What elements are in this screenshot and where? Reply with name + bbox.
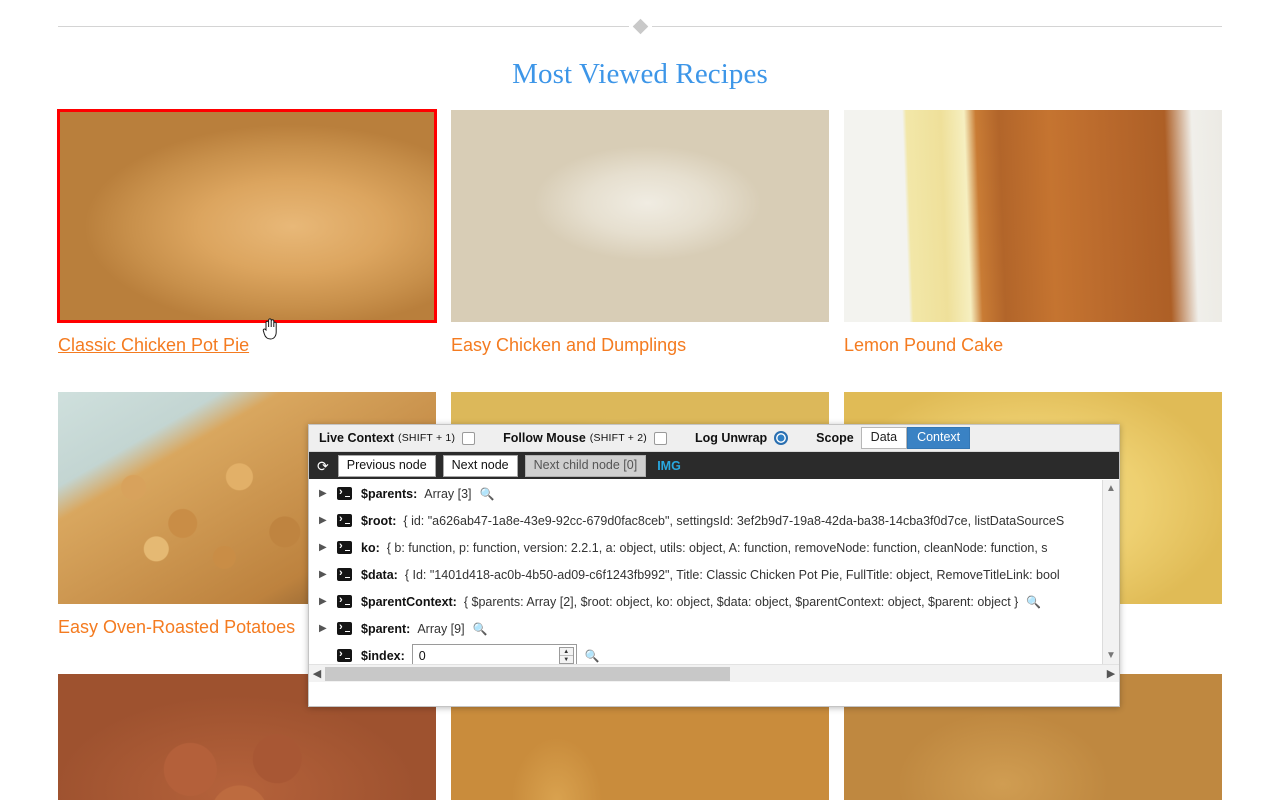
recipe-thumbnail-2[interactable] [451, 110, 829, 322]
recipe-card-1[interactable]: Classic Chicken Pot Pie [57, 109, 437, 392]
context-row-value: { $parents: Array [2], $root: object, ko… [463, 594, 1019, 609]
recipe-title-link-1[interactable]: Classic Chicken Pot Pie [58, 334, 436, 392]
context-row-key: $data: [361, 567, 398, 582]
debugger-options-bar: Live Context (SHIFT + 1) Follow Mouse (S… [309, 425, 1119, 452]
recipe-card-3[interactable]: Lemon Pound Cake [844, 110, 1222, 392]
expand-twisty-icon[interactable]: ▶ [319, 515, 337, 526]
follow-mouse-option[interactable]: Follow Mouse (SHIFT + 2) [503, 431, 667, 445]
index-input[interactable]: 0 ▲ ▼ [411, 644, 577, 664]
recipe-title-link-2[interactable]: Easy Chicken and Dumplings [451, 334, 829, 392]
console-icon[interactable] [337, 485, 352, 500]
live-context-shortcut: (SHIFT + 1) [398, 432, 456, 444]
context-row-parent[interactable]: ▶ $parent: Array [9] 🔍 [309, 615, 1102, 642]
scope-label: Scope [816, 431, 854, 445]
expand-twisty-icon[interactable]: ▶ [319, 623, 337, 634]
binoculars-icon[interactable]: 🔍 [585, 649, 600, 663]
console-icon[interactable] [337, 512, 352, 527]
console-icon[interactable] [337, 539, 352, 554]
recipe-page: Most Viewed Recipes Classic Chicken Pot … [0, 0, 1280, 800]
horizontal-scrollbar[interactable]: ◀ ▶ [309, 664, 1119, 682]
knockout-context-debugger-panel: Live Context (SHIFT + 1) Follow Mouse (S… [308, 424, 1120, 707]
context-row-key: $root: [361, 513, 397, 528]
recipe-title-link-3[interactable]: Lemon Pound Cake [844, 334, 1222, 392]
context-row-value: { Id: "1401d418-ac0b-4b50-ad09-c6f1243fb… [404, 567, 1060, 582]
scope-option-context[interactable]: Context [907, 427, 971, 449]
debugger-context-body: ▶ $parents: Array [3] 🔍 ▶ $root: { id: "… [309, 480, 1119, 682]
binoculars-icon[interactable]: 🔍 [1026, 595, 1041, 609]
context-row-value: { b: function, p: function, version: 2.2… [386, 540, 1048, 555]
expand-twisty-icon[interactable]: ▶ [319, 542, 337, 553]
next-node-button[interactable]: Next node [442, 454, 518, 477]
context-row-key: $parent: [361, 621, 411, 636]
index-stepper[interactable]: ▲ ▼ [558, 647, 574, 664]
scroll-right-icon[interactable]: ▶ [1103, 667, 1119, 680]
divider-line-left [58, 25, 629, 27]
vertical-scrollbar[interactable]: ▲ ▼ [1102, 480, 1119, 664]
context-row-key: $parentContext: [361, 594, 457, 609]
divider-diamond-icon [632, 18, 648, 34]
scroll-down-icon[interactable]: ▼ [1106, 647, 1116, 664]
horizontal-scroll-track[interactable] [325, 666, 1103, 681]
previous-node-button[interactable]: Previous node [337, 454, 436, 477]
follow-mouse-checkbox[interactable] [653, 431, 667, 445]
expand-twisty-icon[interactable]: ▶ [319, 488, 337, 499]
context-row-value: Array [9] [417, 621, 465, 636]
follow-mouse-shortcut: (SHIFT + 2) [589, 432, 647, 444]
page-title: Most Viewed Recipes [512, 58, 768, 90]
context-row-data[interactable]: ▶ $data: { Id: "1401d418-ac0b-4b50-ad09-… [309, 561, 1102, 588]
console-icon[interactable] [337, 566, 352, 581]
context-row-parentcontext[interactable]: ▶ $parentContext: { $parents: Array [2],… [309, 588, 1102, 615]
console-icon[interactable] [337, 593, 352, 608]
live-context-label: Live Context [319, 431, 395, 445]
context-row-index[interactable]: $index: 0 ▲ ▼ 🔍 [309, 642, 1102, 664]
debugger-nav-bar: ⟳ Previous node Next node Next child nod… [309, 452, 1119, 479]
current-node-tag: IMG [657, 458, 681, 473]
index-input-value: 0 [418, 648, 426, 663]
context-row-value: Array [3] [424, 486, 472, 501]
binoculars-icon[interactable]: 🔍 [480, 487, 495, 501]
context-row-key: $parents: [361, 486, 418, 501]
context-row-ko[interactable]: ▶ ko: { b: function, p: function, versio… [309, 534, 1102, 561]
stepper-down-icon[interactable]: ▼ [560, 656, 573, 663]
scope-option-data[interactable]: Data [860, 427, 908, 449]
context-row-root[interactable]: ▶ $root: { id: "a626ab47-1a8e-43e9-92cc-… [309, 507, 1102, 534]
scroll-left-icon[interactable]: ◀ [309, 667, 325, 680]
log-unwrap-label: Log Unwrap [694, 431, 768, 445]
horizontal-scroll-thumb[interactable] [325, 666, 730, 681]
stepper-up-icon[interactable]: ▲ [559, 648, 573, 656]
expand-twisty-icon[interactable]: ▶ [319, 569, 337, 580]
context-rows: ▶ $parents: Array [3] 🔍 ▶ $root: { id: "… [309, 480, 1102, 664]
recipe-thumbnail-3[interactable] [844, 110, 1222, 322]
follow-mouse-label: Follow Mouse [503, 431, 586, 445]
console-icon[interactable] [337, 647, 352, 662]
scroll-up-icon[interactable]: ▲ [1106, 480, 1116, 497]
binoculars-icon[interactable]: 🔍 [473, 622, 488, 636]
console-icon[interactable] [337, 620, 352, 635]
next-child-node-button: Next child node [0] [524, 454, 647, 477]
section-divider [58, 18, 1222, 34]
recipe-card-2[interactable]: Easy Chicken and Dumplings [451, 110, 829, 392]
panel-footer [309, 682, 1119, 706]
live-context-checkbox[interactable] [462, 431, 476, 445]
context-row-key: $index: [361, 648, 405, 663]
refresh-icon[interactable]: ⟳ [317, 459, 329, 473]
context-row-value: { id: "a626ab47-1a8e-43e9-92cc-679d0fac8… [403, 513, 1065, 528]
recipe-thumbnail-1[interactable] [57, 109, 437, 323]
context-row-parents[interactable]: ▶ $parents: Array [3] 🔍 [309, 480, 1102, 507]
log-unwrap-option[interactable]: Log Unwrap [694, 431, 789, 445]
expand-twisty-icon[interactable]: ▶ [319, 596, 337, 607]
divider-line-right [651, 25, 1222, 27]
context-row-key: ko: [361, 540, 380, 555]
live-context-option[interactable]: Live Context (SHIFT + 1) [319, 431, 476, 445]
log-unwrap-radio[interactable] [774, 431, 789, 445]
